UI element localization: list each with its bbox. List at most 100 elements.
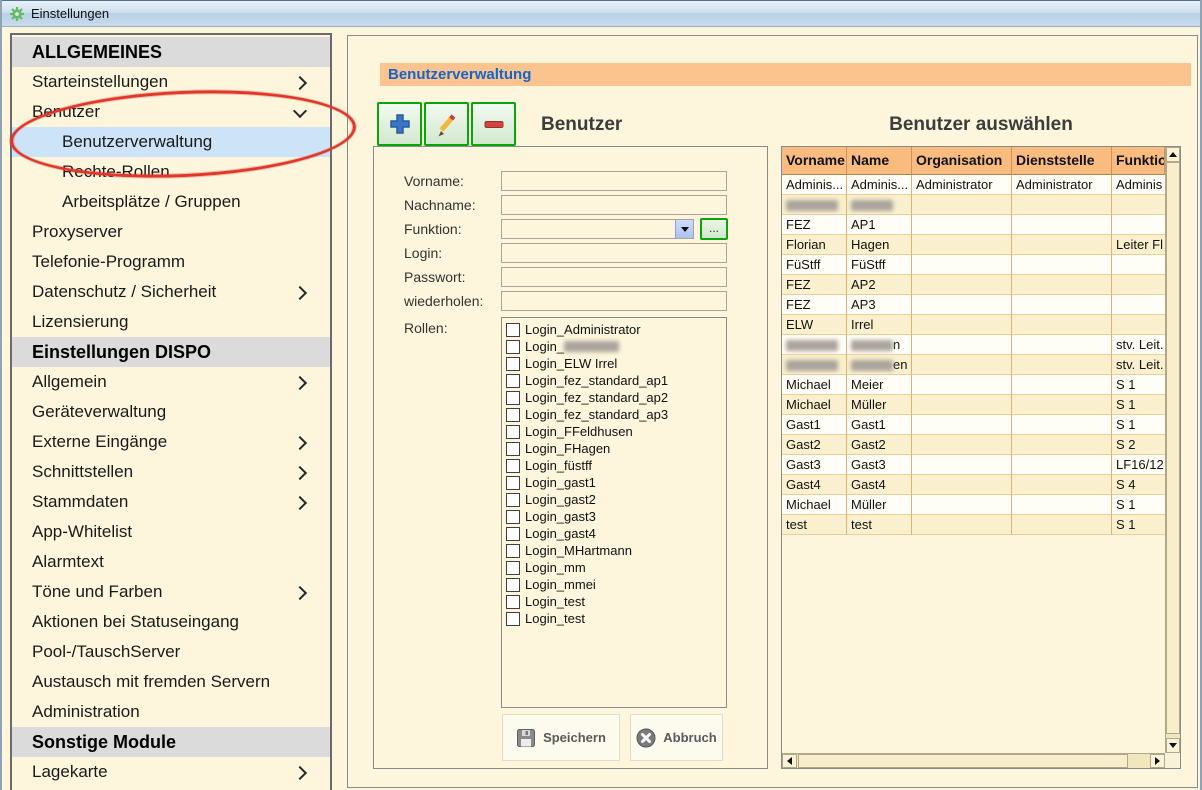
- table-row[interactable]: testtestS 1: [782, 515, 1165, 535]
- role-checkbox[interactable]: [506, 323, 520, 337]
- table-row[interactable]: Gast4Gast4S 4: [782, 475, 1165, 495]
- sidebar-item-allgemein[interactable]: Allgemein: [12, 367, 330, 397]
- role-checkbox[interactable]: [506, 612, 520, 626]
- table-row[interactable]: MichaelMüllerS 1: [782, 395, 1165, 415]
- role-checkbox[interactable]: [506, 374, 520, 388]
- nachname-field[interactable]: [501, 195, 727, 215]
- edit-user-button[interactable]: [424, 102, 469, 146]
- save-button[interactable]: Speichern: [502, 714, 620, 761]
- role-checkbox[interactable]: [506, 408, 520, 422]
- vertical-scroll-thumb[interactable]: [1166, 162, 1180, 734]
- role-checkbox[interactable]: [506, 357, 520, 371]
- add-user-button[interactable]: [377, 102, 422, 146]
- scroll-left-button[interactable]: [782, 754, 797, 768]
- scroll-up-button[interactable]: [1166, 147, 1180, 162]
- sidebar-item-app-whitelist[interactable]: App-Whitelist: [12, 517, 330, 547]
- role-item[interactable]: Login_ELW Irrel: [506, 355, 726, 372]
- role-item[interactable]: Login_: [506, 338, 726, 355]
- role-item[interactable]: Login_fez_standard_ap3: [506, 406, 726, 423]
- cancel-button[interactable]: Abbruch: [630, 714, 723, 761]
- role-item[interactable]: Login_test: [506, 610, 726, 627]
- role-checkbox[interactable]: [506, 493, 520, 507]
- sidebar-item-datenschutz-sicherheit[interactable]: Datenschutz / Sicherheit: [12, 277, 330, 307]
- sidebar-item-schnittstellen[interactable]: Schnittstellen: [12, 457, 330, 487]
- combobox-dropdown-button[interactable]: [675, 220, 693, 238]
- sidebar-item-externe-eingänge[interactable]: Externe Eingänge: [12, 427, 330, 457]
- funktion-combobox[interactable]: [501, 219, 694, 239]
- sidebar-item-benutzer[interactable]: Benutzer: [12, 97, 330, 127]
- passwort-field[interactable]: [501, 267, 727, 287]
- sidebar-item-alarmtext[interactable]: Alarmtext: [12, 547, 330, 577]
- table-row[interactable]: Gast1Gast1S 1: [782, 415, 1165, 435]
- column-header-organisation[interactable]: Organisation: [912, 147, 1012, 175]
- sidebar-item-telefonie-programm[interactable]: Telefonie-Programm: [12, 247, 330, 277]
- table-row[interactable]: MichaelMeierS 1: [782, 375, 1165, 395]
- login-field[interactable]: [501, 243, 727, 263]
- role-item[interactable]: Login_gast4: [506, 525, 726, 542]
- role-checkbox[interactable]: [506, 340, 520, 354]
- sidebar-item-arbeitsplätze-gruppen[interactable]: Arbeitsplätze / Gruppen: [12, 187, 330, 217]
- table-row[interactable]: Gast2Gast2S 2: [782, 435, 1165, 455]
- role-item[interactable]: Login_gast3: [506, 508, 726, 525]
- table-row[interactable]: FlorianHagenLeiter Fl: [782, 235, 1165, 255]
- rollen-listbox[interactable]: Login_AdministratorLogin_Login_ELW Irrel…: [501, 317, 727, 708]
- funktion-browse-button[interactable]: ...: [700, 218, 728, 240]
- role-item[interactable]: Login_fez_standard_ap2: [506, 389, 726, 406]
- column-header-funktion[interactable]: Funktion: [1112, 147, 1165, 175]
- role-checkbox[interactable]: [506, 442, 520, 456]
- role-item[interactable]: Login_FFeldhusen: [506, 423, 726, 440]
- sidebar-item-lagekarte[interactable]: Lagekarte: [12, 757, 330, 787]
- role-item[interactable]: Login_MHartmann: [506, 542, 726, 559]
- column-header-vorname[interactable]: Vorname: [782, 147, 847, 175]
- table-row[interactable]: FEZAP1: [782, 215, 1165, 235]
- table-row[interactable]: ELWIrrel: [782, 315, 1165, 335]
- vorname-field[interactable]: [501, 171, 727, 191]
- table-row[interactable]: FüStffFüStff: [782, 255, 1165, 275]
- table-row[interactable]: Adminis...Adminis...AdministratorAdminis…: [782, 175, 1165, 195]
- role-checkbox[interactable]: [506, 527, 520, 541]
- horizontal-scrollbar[interactable]: [782, 753, 1165, 768]
- wiederholen-field[interactable]: [501, 291, 727, 311]
- column-header-name[interactable]: Name: [847, 147, 912, 175]
- role-item[interactable]: Login_fez_standard_ap1: [506, 372, 726, 389]
- role-checkbox[interactable]: [506, 544, 520, 558]
- sidebar-item-austausch-mit-fremden-servern[interactable]: Austausch mit fremden Servern: [12, 667, 330, 697]
- role-checkbox[interactable]: [506, 561, 520, 575]
- table-row[interactable]: FEZAP2: [782, 275, 1165, 295]
- table-row[interactable]: FEZAP3: [782, 295, 1165, 315]
- role-checkbox[interactable]: [506, 425, 520, 439]
- scroll-down-button[interactable]: [1166, 738, 1180, 753]
- role-item[interactable]: Login_mm: [506, 559, 726, 576]
- column-header-dienststelle[interactable]: Dienststelle: [1012, 147, 1112, 175]
- role-checkbox[interactable]: [506, 391, 520, 405]
- role-item[interactable]: Login_Administrator: [506, 321, 726, 338]
- role-checkbox[interactable]: [506, 595, 520, 609]
- role-item[interactable]: Login_mmei: [506, 576, 726, 593]
- sidebar-item-pool-tauschserver[interactable]: Pool-/TauschServer: [12, 637, 330, 667]
- sidebar-item-aktionen-bei-statuseingang[interactable]: Aktionen bei Statuseingang: [12, 607, 330, 637]
- role-item[interactable]: Login_FHagen: [506, 440, 726, 457]
- horizontal-scroll-thumb[interactable]: [798, 754, 1128, 768]
- sidebar-item-administration[interactable]: Administration: [12, 697, 330, 727]
- role-item[interactable]: Login_test: [506, 593, 726, 610]
- remove-user-button[interactable]: [471, 102, 516, 146]
- table-row[interactable]: enstv. Leit.: [782, 355, 1165, 375]
- table-row[interactable]: [782, 195, 1165, 215]
- sidebar-item-lizensierung[interactable]: Lizensierung: [12, 307, 330, 337]
- table-row[interactable]: Gast3Gast3LF16/12: [782, 455, 1165, 475]
- role-checkbox[interactable]: [506, 476, 520, 490]
- role-checkbox[interactable]: [506, 578, 520, 592]
- sidebar-item-rechte-rollen[interactable]: Rechte-Rollen: [12, 157, 330, 187]
- sidebar-item-benutzerverwaltung[interactable]: Benutzerverwaltung: [12, 127, 330, 157]
- table-row[interactable]: MichaelMüllerS 1: [782, 495, 1165, 515]
- role-item[interactable]: Login_gast1: [506, 474, 726, 491]
- sidebar-item-proxyserver[interactable]: Proxyserver: [12, 217, 330, 247]
- role-checkbox[interactable]: [506, 510, 520, 524]
- role-item[interactable]: Login_füstff: [506, 457, 726, 474]
- sidebar-item-starteinstellungen[interactable]: Starteinstellungen: [12, 67, 330, 97]
- role-checkbox[interactable]: [506, 459, 520, 473]
- sidebar-item-geräteverwaltung[interactable]: Geräteverwaltung: [12, 397, 330, 427]
- sidebar-item-töne-und-farben[interactable]: Töne und Farben: [12, 577, 330, 607]
- role-item[interactable]: Login_gast2: [506, 491, 726, 508]
- table-row[interactable]: nstv. Leit.: [782, 335, 1165, 355]
